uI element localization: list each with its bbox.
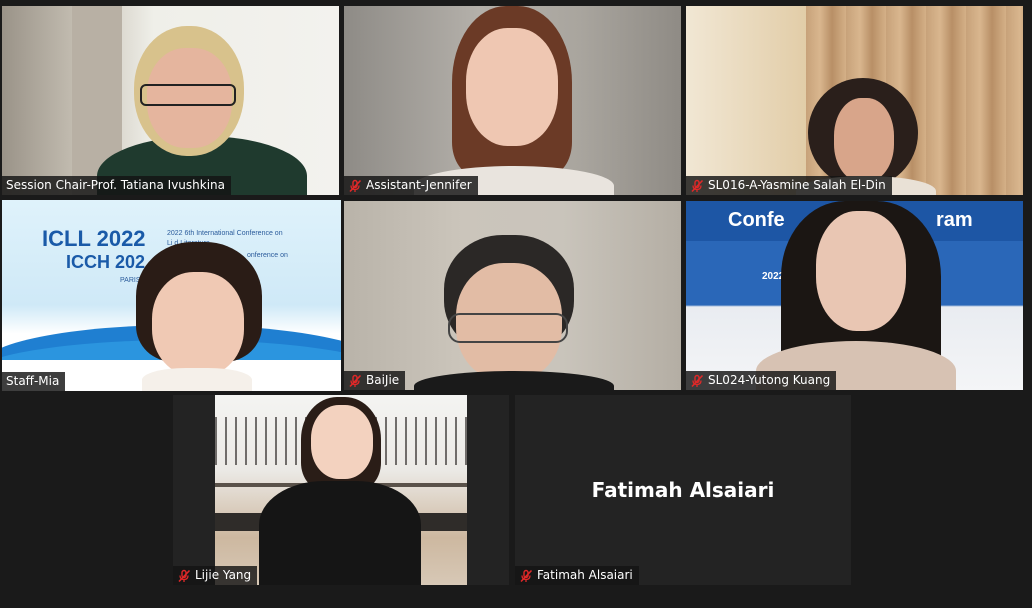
video-tile-session-chair[interactable]: Session Chair-Prof. Tatiana Ivushkina: [2, 6, 339, 195]
mic-muted-icon: [348, 374, 362, 388]
conference-banner-title: Confe: [728, 209, 785, 231]
participant-name-tag: SL024-Yutong Kuang: [686, 371, 837, 390]
participant-name: Session Chair-Prof. Tatiana Ivushkina: [6, 178, 225, 192]
participant-name-tag: BaiJie: [344, 371, 406, 390]
participant-name: Lijie Yang: [195, 568, 252, 582]
mic-muted-icon: [690, 179, 704, 193]
participant-name: SL016-A-Yasmine Salah El-Din: [708, 178, 886, 192]
participant-name-tag: SL016-A-Yasmine Salah El-Din: [686, 176, 892, 195]
video-tile-assistant-jennifer[interactable]: Assistant-Jennifer: [344, 6, 681, 195]
participant-video: [173, 395, 509, 585]
participant-name: Assistant-Jennifer: [366, 178, 472, 192]
mic-muted-icon: [690, 374, 704, 388]
video-tile-baijie[interactable]: BaiJie: [344, 201, 681, 390]
conference-line: onference on: [247, 252, 288, 259]
participant-name: Fatimah Alsaiari: [537, 568, 633, 582]
participant-video: [686, 6, 1023, 195]
video-tile-lijie-yang[interactable]: Lijie Yang: [173, 395, 509, 585]
conference-banner-title: ICLL 2022: [42, 226, 146, 251]
participant-name-tag: Staff-Mia: [2, 372, 66, 391]
mic-muted-icon: [177, 569, 191, 583]
participant-display-name: Fatimah Alsaiari: [591, 478, 775, 502]
participant-name-tag: Fatimah Alsaiari: [515, 566, 639, 585]
participant-name: Staff-Mia: [6, 374, 60, 388]
mic-muted-icon: [348, 179, 362, 193]
participant-name-tag: Lijie Yang: [173, 566, 258, 585]
participant-name: SL024-Yutong Kuang: [708, 373, 831, 387]
participant-name-tag: Assistant-Jennifer: [344, 176, 478, 195]
video-tile-fatimah-alsaiari[interactable]: Fatimah Alsaiari Fatimah Alsaiari: [515, 395, 851, 585]
virtual-background: ICLL 2022 ICCH 202 2022 6th Internationa…: [2, 200, 341, 391]
participant-name: BaiJie: [366, 373, 400, 387]
mic-muted-icon: [519, 569, 533, 583]
video-tile-yutong[interactable]: Confe ram 2022 SL024-Yutong Kuang: [686, 201, 1023, 390]
conference-banner-subtitle: ICCH 202: [66, 252, 146, 272]
participant-video: Confe ram 2022: [686, 201, 1023, 390]
participant-video: [344, 6, 681, 195]
participant-video: [344, 201, 681, 390]
participant-name-tag: Session Chair-Prof. Tatiana Ivushkina: [2, 176, 231, 195]
video-tile-staff-mia[interactable]: ICLL 2022 ICCH 202 2022 6th Internationa…: [2, 200, 341, 391]
video-tile-yasmine[interactable]: SL016-A-Yasmine Salah El-Din: [686, 6, 1023, 195]
conference-banner-title-right: ram: [936, 209, 973, 231]
participant-video: [2, 6, 339, 195]
conference-line: 2022 6th International Conference on: [167, 230, 283, 237]
